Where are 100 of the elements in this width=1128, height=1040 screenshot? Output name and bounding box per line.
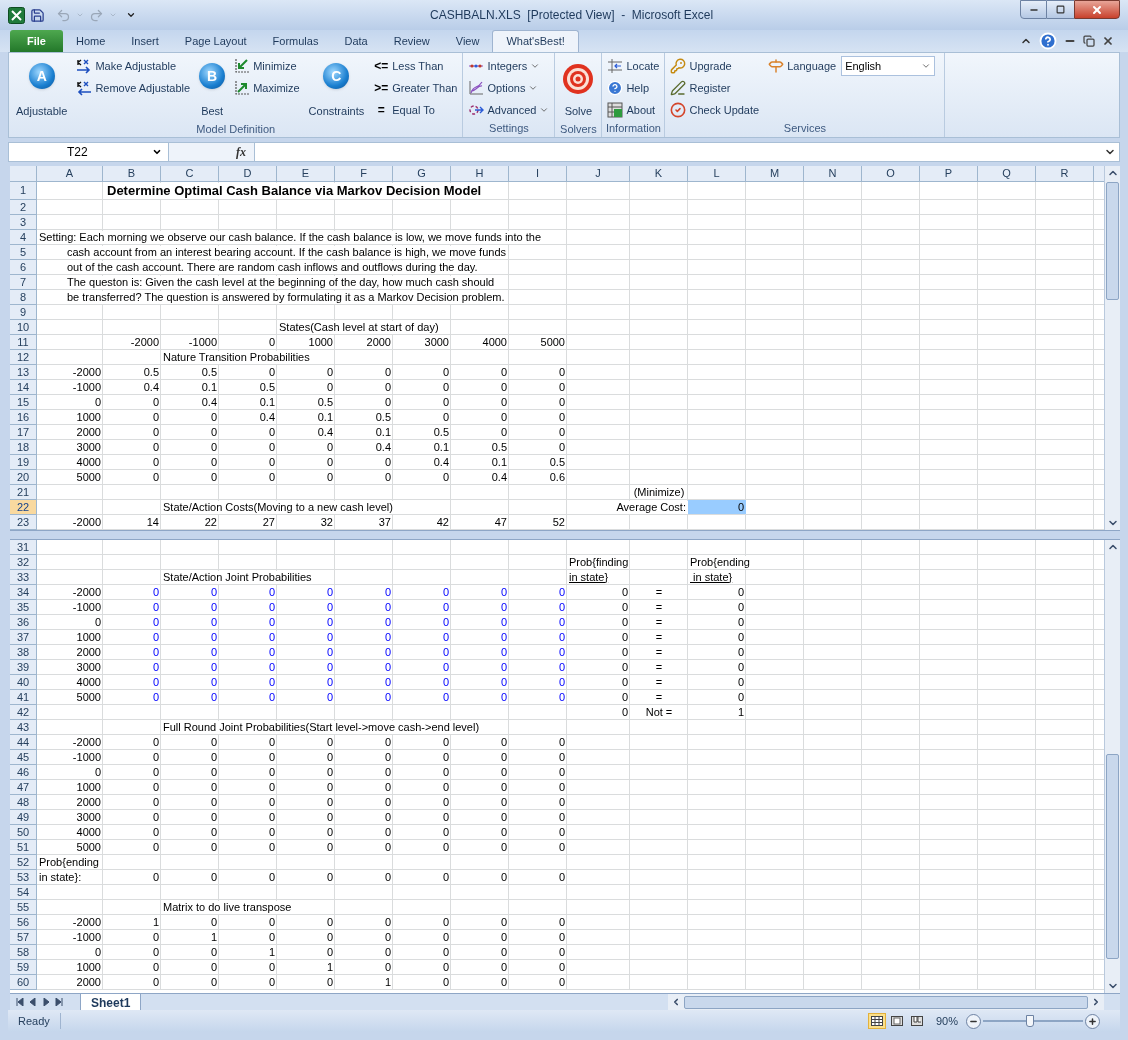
scroll-thumb[interactable] (1106, 182, 1119, 300)
row-header[interactable]: 4 (10, 230, 37, 245)
row-header[interactable]: 13 (10, 365, 37, 380)
language-select[interactable]: English (841, 56, 936, 76)
row-header[interactable]: 20 (10, 470, 37, 485)
zoom-level[interactable]: 90% (935, 1012, 958, 1030)
row-header[interactable]: 2 (10, 200, 37, 215)
column-header[interactable]: I (509, 166, 567, 182)
column-header[interactable]: F (335, 166, 393, 182)
column-header[interactable]: G (393, 166, 451, 182)
scroll-thumb[interactable] (684, 995, 1088, 1009)
vertical-scrollbar[interactable] (1104, 540, 1120, 993)
horizontal-scrollbar[interactable] (668, 994, 1104, 1010)
row-header[interactable]: 59 (10, 960, 37, 975)
cell-grid[interactable] (37, 182, 1104, 530)
column-header[interactable]: B (103, 166, 161, 182)
ribbon-button[interactable]: Options (466, 78, 552, 98)
row-header[interactable]: 58 (10, 945, 37, 960)
ribbon-button[interactable]: Help (605, 78, 662, 98)
sheet-tab[interactable]: Sheet1 (80, 993, 142, 1011)
zoom-out-button[interactable] (966, 1013, 981, 1029)
vertical-scrollbar[interactable] (1104, 166, 1120, 530)
row-header[interactable]: 42 (10, 705, 37, 720)
zoom-slider-thumb[interactable] (1026, 1015, 1034, 1027)
column-header[interactable]: K (630, 166, 688, 182)
row-header[interactable]: 9 (10, 305, 37, 320)
ribbon-button[interactable]: Upgrade (668, 56, 762, 76)
customize-icon[interactable] (126, 10, 136, 20)
row-header[interactable]: 46 (10, 765, 37, 780)
row-header[interactable]: 8 (10, 290, 37, 305)
column-header[interactable]: A (37, 166, 103, 182)
ribbon-tab[interactable]: Formulas (259, 30, 332, 52)
row-header[interactable]: 6 (10, 260, 37, 275)
save-icon[interactable] (30, 7, 45, 23)
column-header[interactable]: C (161, 166, 219, 182)
column-header[interactable]: N (804, 166, 862, 182)
ribbon-button[interactable]: Advanced (466, 100, 552, 120)
row-header[interactable]: 55 (10, 900, 37, 915)
ribbon-button[interactable]: = Equal To (371, 100, 460, 120)
row-header[interactable]: 45 (10, 750, 37, 765)
ribbon-button[interactable]: About (605, 100, 662, 120)
scroll-thumb[interactable] (1106, 754, 1119, 959)
spreadsheet-logo-icon[interactable] (8, 6, 25, 24)
maximize-button[interactable] (1047, 0, 1074, 19)
row-header[interactable]: 38 (10, 645, 37, 660)
row-header[interactable]: 16 (10, 410, 37, 425)
row-header[interactable]: 5 (10, 245, 37, 260)
close-button[interactable] (1074, 0, 1120, 19)
minimize-button[interactable] (1020, 0, 1047, 19)
column-header[interactable]: J (567, 166, 630, 182)
row-header[interactable]: 39 (10, 660, 37, 675)
row-header[interactable]: 50 (10, 825, 37, 840)
row-header[interactable]: 18 (10, 440, 37, 455)
column-header[interactable]: O (862, 166, 920, 182)
ribbon-button[interactable]: Minimize (232, 56, 302, 76)
ribbon-large-button[interactable]: A Adjustable (12, 53, 72, 123)
row-header[interactable]: 32 (10, 555, 37, 570)
objective-cell[interactable]: 0 (688, 500, 746, 514)
ribbon-tab[interactable]: Review (380, 30, 443, 52)
ribbon-large-button[interactable]: B Best (195, 53, 230, 123)
ribbon-button[interactable]: >= Greater Than (371, 78, 460, 98)
column-header[interactable]: L (688, 166, 746, 182)
row-header[interactable]: 41 (10, 690, 37, 705)
column-header[interactable]: H (451, 166, 509, 182)
row-header[interactable]: 47 (10, 780, 37, 795)
ribbon-tab[interactable]: Home (62, 30, 119, 52)
row-header[interactable]: 11 (10, 335, 37, 350)
ribbon-large-button[interactable]: C Constraints (304, 53, 369, 123)
ribbon-button[interactable]: Maximize (232, 78, 302, 98)
row-header[interactable]: 44 (10, 735, 37, 750)
sheet-nav-icon[interactable] (55, 998, 63, 1006)
row-header[interactable]: 60 (10, 975, 37, 990)
row-header[interactable]: 37 (10, 630, 37, 645)
ribbon-tab[interactable]: View (442, 30, 493, 52)
row-header[interactable]: 31 (10, 540, 37, 555)
help-icon[interactable] (1039, 32, 1057, 50)
ribbon-button[interactable]: Locate (605, 56, 662, 76)
ribbon-button[interactable]: Remove Adjustable (74, 78, 193, 98)
row-header[interactable]: 36 (10, 615, 37, 630)
ribbon-button[interactable]: Register (668, 78, 762, 98)
workbook-close-icon[interactable] (1102, 35, 1114, 47)
column-header[interactable]: E (277, 166, 335, 182)
file-tab[interactable]: File (10, 30, 63, 52)
zoom-in-button[interactable] (1085, 1013, 1100, 1029)
row-header[interactable]: 3 (10, 215, 37, 230)
row-header[interactable]: 51 (10, 840, 37, 855)
column-header[interactable]: P (920, 166, 978, 182)
cell-grid[interactable] (37, 540, 1104, 990)
ribbon-button[interactable]: Integers (466, 56, 552, 76)
row-header[interactable]: 35 (10, 600, 37, 615)
column-header[interactable]: R (1036, 166, 1094, 182)
row-header[interactable]: 34 (10, 585, 37, 600)
row-header[interactable]: 57 (10, 930, 37, 945)
row-header[interactable]: 22 (10, 500, 37, 515)
ribbon-button[interactable]: Check Update (668, 100, 762, 120)
ribbon-button[interactable]: Make Adjustable (74, 56, 193, 76)
sheet-nav-icon[interactable] (16, 998, 24, 1006)
ribbon-button[interactable]: <= Less Than (371, 56, 460, 76)
row-header[interactable]: 23 (10, 515, 37, 530)
row-header[interactable]: 43 (10, 720, 37, 735)
